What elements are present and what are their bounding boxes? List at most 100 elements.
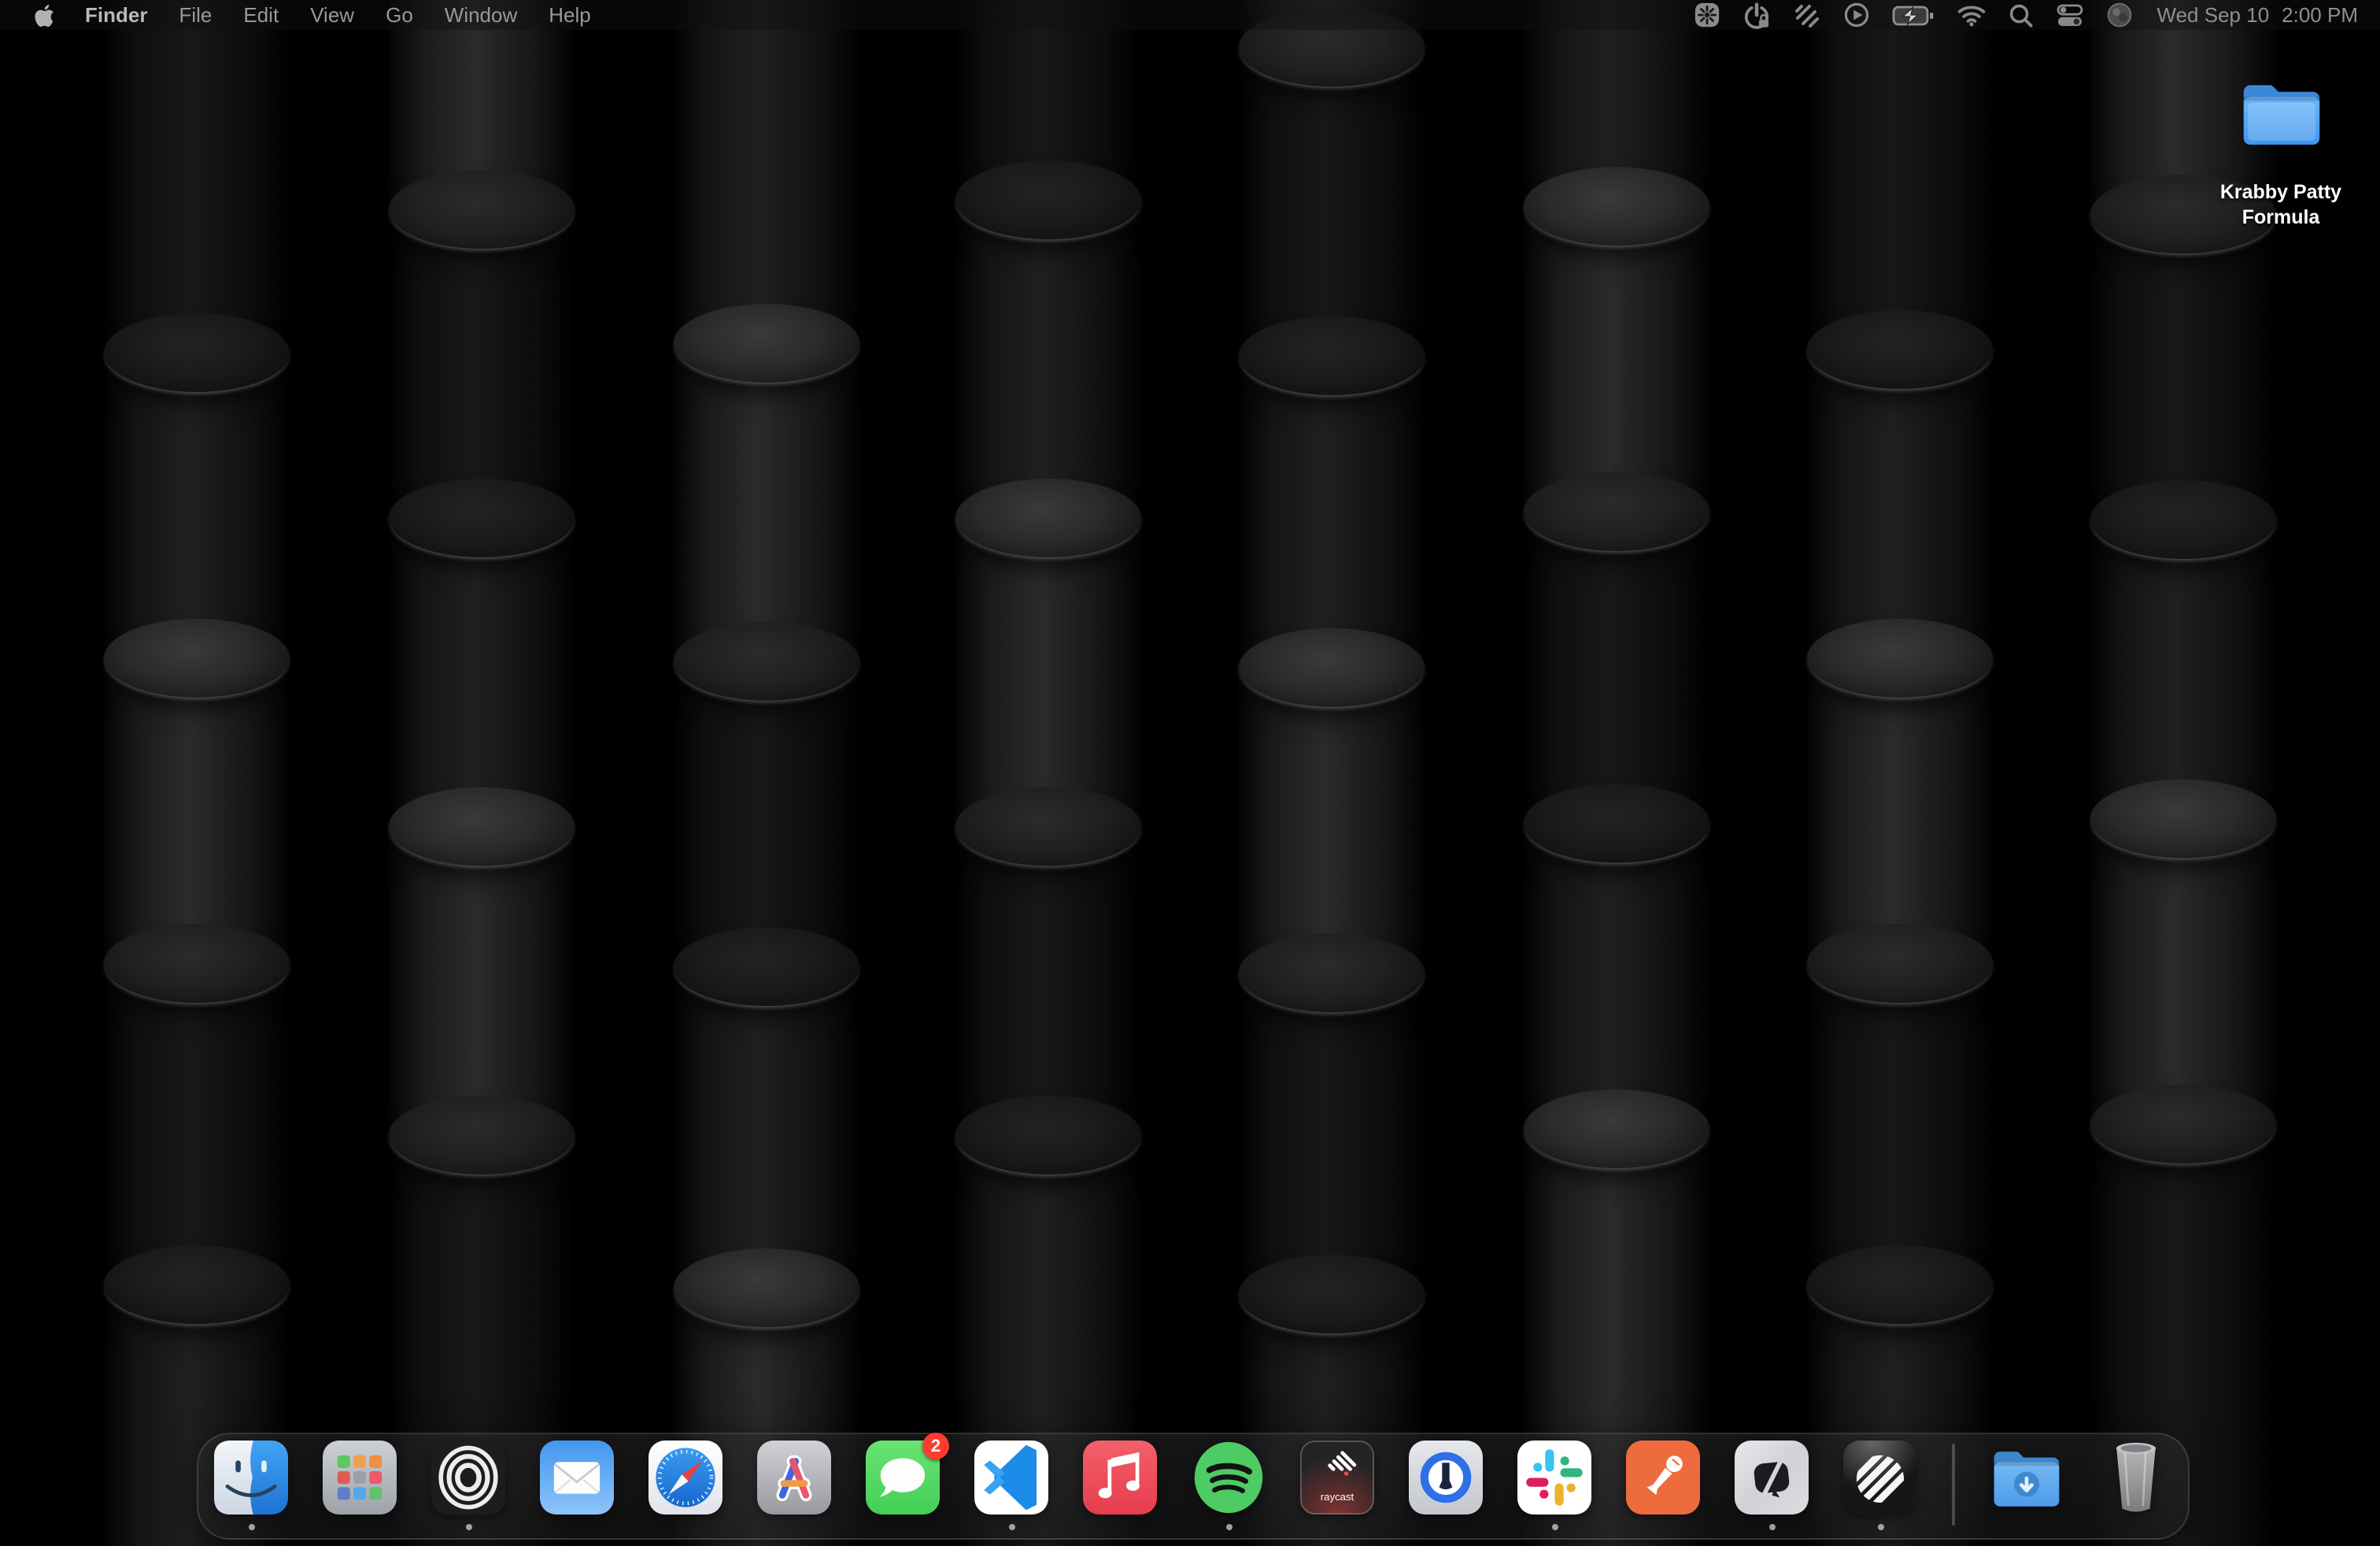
now-playing-icon[interactable] xyxy=(1833,0,1882,30)
dock-item-trash[interactable] xyxy=(2098,1441,2172,1515)
folder-icon xyxy=(2239,80,2323,156)
apple-menu[interactable] xyxy=(19,2,69,28)
dock-item-appstore[interactable] xyxy=(757,1441,831,1515)
dock-item-linear[interactable] xyxy=(1843,1441,1917,1515)
menu-bar-clock[interactable]: Wed Sep 10 2:00 PM xyxy=(2145,3,2358,27)
dock-item-mail[interactable] xyxy=(540,1441,614,1515)
desktop-folder-krabby-patty-formula[interactable]: Krabby Patty Formula xyxy=(2188,80,2374,231)
cylinder-body xyxy=(1524,823,1709,1132)
menu-item-file[interactable]: File xyxy=(163,0,227,30)
cylinder-top xyxy=(955,479,1141,557)
cylinder-body xyxy=(1239,973,1425,1297)
cylinder-body xyxy=(389,209,575,521)
clock-date: Wed Sep 10 xyxy=(2157,3,2270,27)
menu-bar: FinderFileEditViewGoWindowHelp Wed Sep 1… xyxy=(0,0,2380,30)
wifi-icon[interactable] xyxy=(1946,0,1998,30)
cylinder-top xyxy=(1807,924,1993,1003)
cylinder-body xyxy=(674,0,859,346)
menu-bar-status: Wed Sep 10 2:00 PM xyxy=(1683,0,2380,30)
cylinder-top xyxy=(1239,316,1425,395)
cylinder-body xyxy=(104,963,290,1288)
cylinder-body xyxy=(1239,668,1425,976)
dock-item-raycast[interactable]: raycast xyxy=(1300,1441,1374,1515)
dock-item-circles[interactable] xyxy=(431,1441,505,1515)
cylinder-top xyxy=(1239,1255,1425,1333)
battery-charging-icon[interactable] xyxy=(1882,0,1946,30)
cylinder-body xyxy=(2090,520,2276,822)
cylinder-top xyxy=(1807,1245,1993,1324)
cylinder-body xyxy=(1807,658,1993,967)
sunburst-app-icon[interactable] xyxy=(1683,0,1732,30)
profile-menu-icon[interactable] xyxy=(2096,0,2145,30)
wallpaper-cylinder-column xyxy=(674,0,859,1546)
cylinder-body xyxy=(955,518,1141,830)
cylinder-top xyxy=(1524,1089,1709,1168)
cylinder-top xyxy=(389,479,575,557)
running-indicator xyxy=(1551,1524,1558,1530)
cylinder-top xyxy=(955,1096,1141,1174)
running-indicator xyxy=(248,1524,254,1530)
cylinder-top xyxy=(674,304,859,383)
cylinder-body xyxy=(674,967,859,1291)
running-indicator xyxy=(1877,1524,1883,1530)
wallpaper-cylinder-column xyxy=(2090,0,2276,1546)
dock-item-onepassword[interactable] xyxy=(1409,1441,1483,1515)
cylinder-body xyxy=(389,827,575,1138)
dock-item-spotify[interactable] xyxy=(1192,1441,1266,1515)
dock-item-safari[interactable] xyxy=(649,1441,722,1515)
dock-item-dia[interactable] xyxy=(1735,1441,1809,1515)
macos-desktop: FinderFileEditViewGoWindowHelp Wed Sep 1… xyxy=(0,0,2380,1546)
dock-item-finder[interactable] xyxy=(214,1441,288,1515)
menu-item-view[interactable]: View xyxy=(294,0,370,30)
cylinder-top xyxy=(104,924,290,1003)
clock-time: 2:00 PM xyxy=(2282,3,2358,27)
menu-item-go[interactable]: Go xyxy=(370,0,429,30)
dock-item-downloads[interactable] xyxy=(1990,1441,2064,1515)
cylinder-top xyxy=(104,313,290,392)
wallpaper-cylinder-column xyxy=(1807,0,1993,1546)
cylinder-body xyxy=(104,658,290,967)
menu-item-window[interactable]: Window xyxy=(429,0,534,30)
menu-item-edit[interactable]: Edit xyxy=(227,0,294,30)
cylinder-top xyxy=(1524,784,1709,863)
menu-item-help[interactable]: Help xyxy=(533,0,607,30)
cylinder-top xyxy=(104,619,290,697)
dock-item-vscode[interactable] xyxy=(974,1441,1048,1515)
cylinder-body xyxy=(1239,47,1425,359)
cylinder-top xyxy=(1807,619,1993,697)
raycast-menu-icon[interactable] xyxy=(1783,0,1833,30)
svg-text:raycast: raycast xyxy=(1321,1491,1354,1503)
viewport: FinderFileEditViewGoWindowHelp Wed Sep 1… xyxy=(0,0,2380,1546)
cylinder-top xyxy=(674,1248,859,1327)
cylinder-body xyxy=(955,200,1141,521)
running-indicator xyxy=(465,1524,471,1530)
wallpaper xyxy=(0,0,2380,1546)
dock-item-launchpad[interactable] xyxy=(323,1441,397,1515)
wallpaper-cylinder-column xyxy=(1524,0,1709,1546)
dock-item-slack[interactable] xyxy=(1517,1441,1591,1515)
power-lock-icon[interactable] xyxy=(1732,0,1783,30)
wallpaper-cylinder-column xyxy=(955,0,1141,1546)
status-icons xyxy=(1683,0,2145,30)
app-menus: FinderFileEditViewGoWindowHelp xyxy=(69,0,607,30)
wallpaper-cylinder-column xyxy=(1239,0,1425,1546)
cylinder-body xyxy=(674,661,859,970)
cylinder-top xyxy=(2090,480,2276,559)
cylinder-top xyxy=(1239,628,1425,707)
running-indicator xyxy=(1008,1524,1014,1530)
cylinder-body xyxy=(1807,350,1993,661)
dock-divider xyxy=(1952,1444,1955,1526)
control-center-icon[interactable] xyxy=(2046,0,2096,30)
dock-item-messages[interactable]: 2 xyxy=(866,1441,940,1515)
menu-item-finder[interactable]: Finder xyxy=(69,0,163,30)
cylinder-body xyxy=(104,353,290,661)
dock-item-music[interactable] xyxy=(1083,1441,1157,1515)
cylinder-body xyxy=(1807,0,1993,353)
cylinder-top xyxy=(104,1245,290,1324)
wallpaper-cylinder-column xyxy=(389,0,575,1546)
cylinder-top xyxy=(1239,934,1425,1012)
cylinder-top xyxy=(389,170,575,249)
cylinder-top xyxy=(955,161,1141,239)
dock-item-postman[interactable] xyxy=(1626,1441,1700,1515)
spotlight-search-icon[interactable] xyxy=(1998,0,2046,30)
